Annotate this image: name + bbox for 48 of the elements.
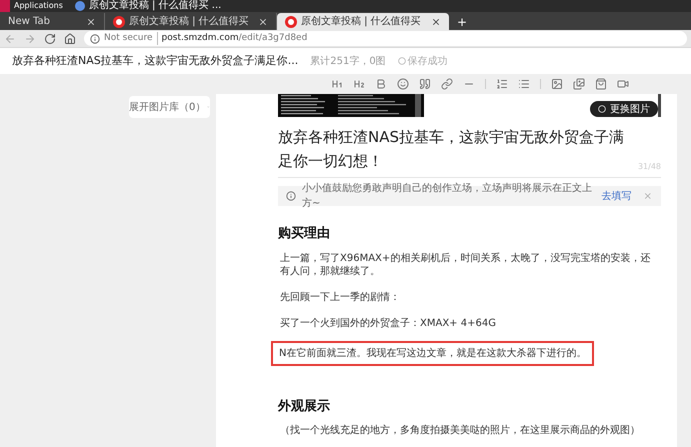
- address-field[interactable]: Not secure post.smzdm.com/edit/a3g7d8ed: [84, 31, 687, 46]
- status-icon: [398, 57, 406, 65]
- word-count: 累计251字，0图: [310, 54, 386, 68]
- tab-title: New Tab: [8, 15, 51, 29]
- browser-icon: [74, 1, 85, 11]
- close-icon[interactable]: [258, 16, 268, 26]
- header-title: 放弃各种狂渣NAS拉基车，这款宇宙无敌外贸盒子满足你...: [12, 52, 298, 69]
- info-icon: [286, 191, 296, 201]
- browser-tab[interactable]: 原创文章投稿 | 什么值得买: [277, 13, 449, 30]
- gallery-button[interactable]: 展开图片库（0）: [129, 96, 210, 118]
- paragraph: （找一个光线充足的地方，多角度拍摄美美哒的照片，在这里展示商品的外观图）: [279, 424, 641, 438]
- quote-icon[interactable]: [419, 78, 431, 90]
- site-logo-icon: [285, 16, 297, 28]
- replace-image-button[interactable]: 更换图片: [590, 101, 658, 117]
- tab-title: 原创文章投稿 | 什么值得买: [129, 14, 250, 29]
- numbered-list-icon[interactable]: [496, 78, 508, 90]
- app-logo-icon: [0, 0, 10, 12]
- bag-icon[interactable]: [595, 78, 607, 90]
- gallery-icon[interactable]: [573, 78, 585, 90]
- security-label: Not secure: [104, 32, 158, 46]
- info-icon: [90, 34, 100, 44]
- save-status: 保存成功: [398, 54, 448, 68]
- site-logo-icon: [113, 16, 125, 28]
- fill-in-link[interactable]: 去填写: [601, 188, 632, 204]
- home-icon[interactable]: [64, 32, 76, 44]
- url-text: post.smzdm.com/edit/a3g7d8ed: [162, 32, 308, 45]
- paragraph: N在它前面就三渣。我现在写这边文章，就是在这款大杀器下进行的。: [271, 340, 594, 366]
- applications-menu[interactable]: Applications: [0, 0, 67, 12]
- new-tab-button[interactable]: +: [449, 13, 476, 30]
- section-heading: 购买理由: [278, 225, 330, 243]
- video-icon[interactable]: [617, 78, 629, 90]
- notice-text: 小小值鼓励您勇敢声明自己的创作立场，立场声明将展示在正文上方~: [302, 182, 593, 211]
- article-title: 放弃各种狂渣NAS拉基车，这款宇宙无敌外贸盒子满足你一切幻想！: [278, 127, 626, 172]
- link-icon[interactable]: [441, 78, 453, 90]
- circle-icon: [598, 105, 606, 113]
- close-icon[interactable]: [431, 16, 441, 26]
- emoji-icon[interactable]: [397, 78, 409, 90]
- section-heading: 外观展示: [278, 398, 330, 416]
- heading-one-icon[interactable]: [331, 78, 343, 90]
- image-icon[interactable]: [551, 78, 563, 90]
- reload-icon[interactable]: [44, 32, 56, 44]
- paragraph: 买了一个火到国外的外贸盒子：XMAX+ 4+64G: [279, 316, 497, 330]
- bold-icon[interactable]: [375, 78, 387, 90]
- paragraph: 先回顾一下上一季的剧情：: [279, 290, 401, 304]
- tab-title: 原创文章投稿 | 什么值得买: [301, 14, 422, 29]
- close-icon[interactable]: [86, 16, 96, 26]
- paragraph: 上一篇，写了X96MAX+的相关刷机后，时间关系，太晚了，没写完宝塔的安装，还有人问，那就继续了。: [279, 252, 652, 278]
- heading-two-icon[interactable]: [353, 78, 365, 90]
